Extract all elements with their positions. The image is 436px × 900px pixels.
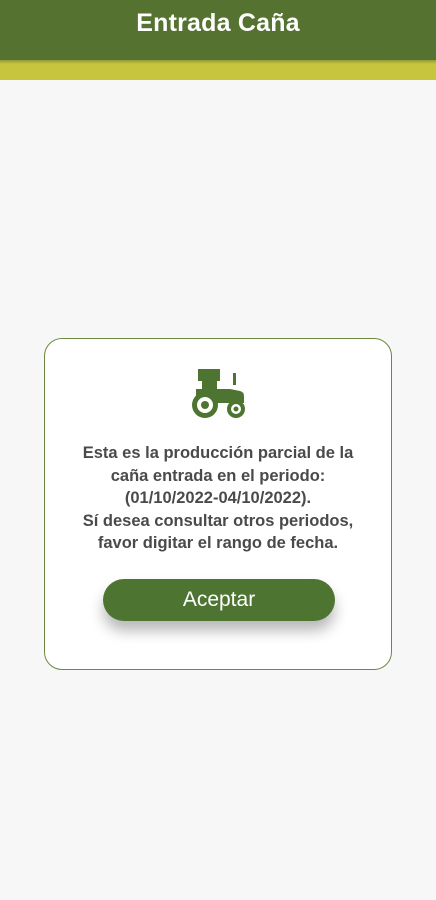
message-line: (01/10/2022-04/10/2022). (124, 489, 312, 507)
accept-button[interactable]: Aceptar (103, 579, 335, 621)
message-line: caña entrada en el periodo: (110, 466, 326, 485)
info-dialog: Esta es la producción parcial de la caña… (44, 338, 392, 670)
message-line: Sí desea consultar otros periodos, (82, 511, 354, 530)
message-line: Esta es la producción parcial de la (82, 444, 354, 462)
app-header: Entrada Caña (0, 0, 436, 60)
page-title: Entrada Caña (136, 8, 300, 37)
dialog-message: Esta es la producción parcial de la caña… (55, 442, 381, 555)
message-line: favor digitar el rango de fecha. (97, 534, 339, 552)
tractor-icon (190, 367, 250, 421)
header-accent-bar (0, 60, 436, 80)
